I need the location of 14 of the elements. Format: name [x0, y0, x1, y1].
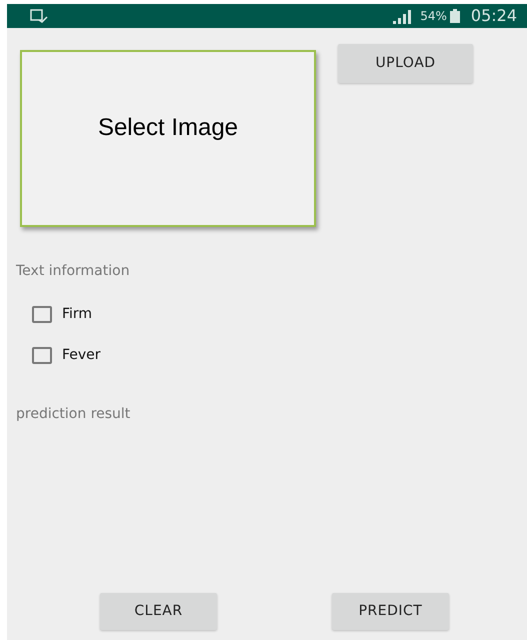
checkbox-label: Firm [62, 305, 92, 324]
screenshot-notification-icon [29, 8, 49, 24]
battery-icon [448, 8, 463, 24]
checkbox[interactable] [32, 306, 52, 323]
section-label: Text information [16, 262, 131, 281]
result-label: prediction result [16, 405, 132, 424]
battery-percent: 54% [420, 8, 447, 25]
clock-time: 05:24 [470, 5, 517, 27]
checkbox[interactable] [32, 347, 52, 364]
clear-button[interactable]: CLEAR [100, 593, 217, 630]
checkbox-label: Fever [62, 346, 101, 365]
predict-button[interactable]: PREDICT [332, 593, 449, 630]
image-select-area[interactable]: Select Image [20, 50, 316, 227]
upload-button[interactable]: UPLOAD [338, 44, 473, 83]
